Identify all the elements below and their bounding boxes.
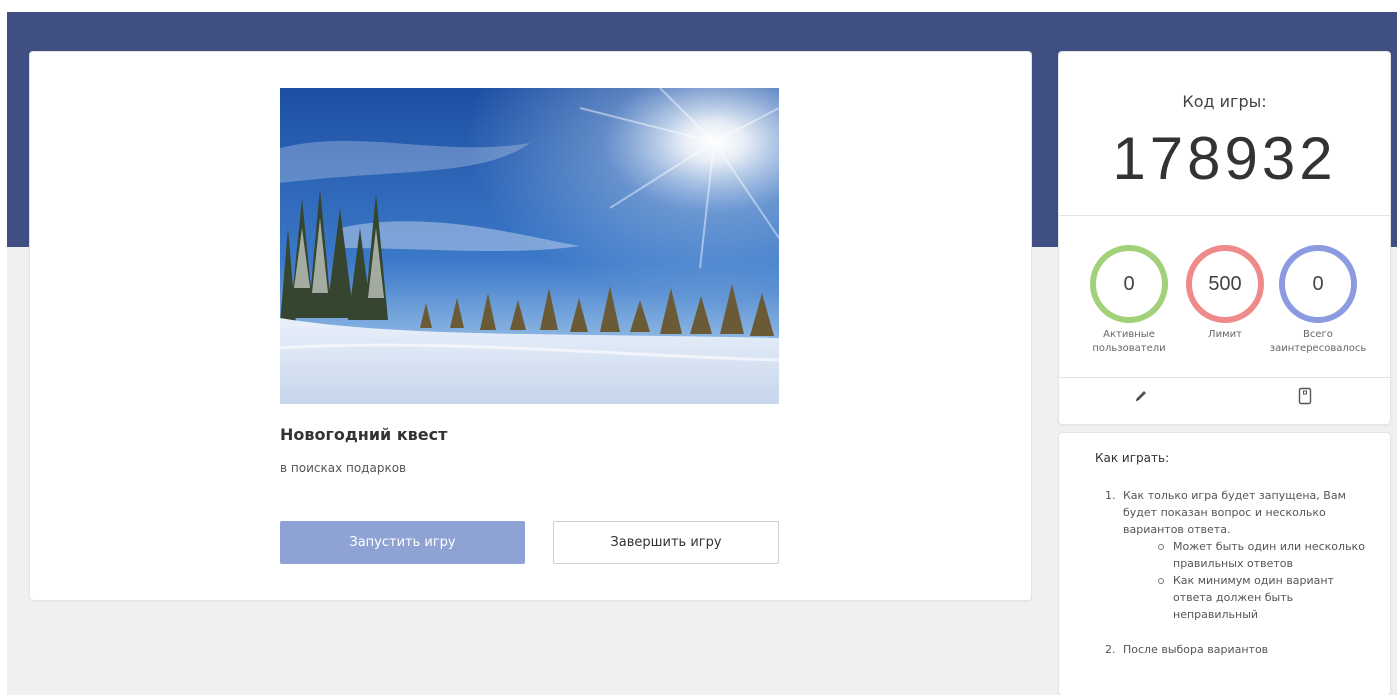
- quest-cover-image: [280, 88, 779, 404]
- instruction-bullet: Как минимум один вариант ответа должен б…: [1155, 572, 1365, 623]
- start-game-button[interactable]: Запустить игру: [280, 521, 525, 564]
- pencil-icon[interactable]: [1129, 384, 1153, 408]
- divider: [1059, 377, 1390, 378]
- stat-label: Лимит: [1208, 329, 1242, 340]
- stat-ring: 500: [1186, 245, 1264, 323]
- stat-ring: 0: [1090, 245, 1168, 323]
- divider: [1059, 215, 1390, 216]
- game-code-card: Код игры: 178932 0 Активные пользователи…: [1059, 52, 1390, 424]
- device-icon[interactable]: [1293, 384, 1317, 408]
- stat-total-interested: 0 Всего заинтересовалось: [1269, 245, 1367, 356]
- instructions-list: 1. Как только игра будет запущена, Вам б…: [1095, 487, 1365, 658]
- instruction-step: 2. После выбора вариантов: [1105, 643, 1269, 656]
- game-code-value: 178932: [1112, 125, 1337, 192]
- quest-card: Новогодний квест в поисках подарков Запу…: [30, 52, 1031, 600]
- instruction-step: 1. Как только игра будет запущена, Вам б…: [1105, 489, 1365, 623]
- how-to-play-title: Как играть:: [1095, 451, 1170, 465]
- finish-game-button[interactable]: Завершить игру: [553, 521, 779, 564]
- quest-title: Новогодний квест: [280, 425, 448, 444]
- stat-label: Активные пользователи: [1092, 329, 1166, 354]
- stat-limit: 500 Лимит: [1176, 245, 1274, 342]
- instruction-bullet: Может быть один или несколько правильных…: [1155, 538, 1365, 572]
- game-code-label: Код игры:: [1182, 92, 1267, 111]
- stat-ring: 0: [1279, 245, 1357, 323]
- stat-active-users: 0 Активные пользователи: [1080, 245, 1178, 356]
- how-to-play-card: Как играть: 1. Как только игра будет зап…: [1059, 433, 1390, 695]
- quest-subtitle: в поисках подарков: [280, 461, 407, 475]
- stat-label: Всего заинтересовалось: [1269, 329, 1367, 354]
